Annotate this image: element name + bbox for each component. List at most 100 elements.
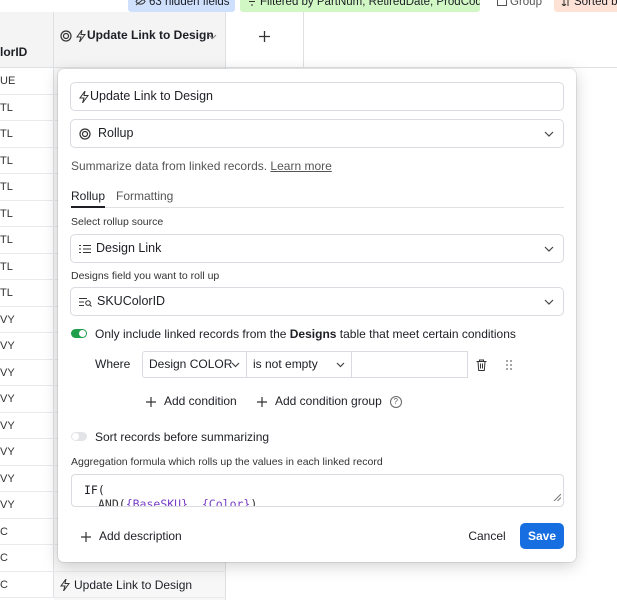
cell-update-link-text: Update Link to Design xyxy=(74,577,193,592)
condition-row: Design COLOR is not empty xyxy=(142,351,523,378)
cell-colorid[interactable]: VY xyxy=(0,333,54,359)
sort-button[interactable]: Sorted b xyxy=(554,0,617,12)
drag-handle[interactable] xyxy=(495,351,523,378)
config-tabs: Rollup Formatting xyxy=(71,189,564,208)
field-description-text: Summarize data from linked records. xyxy=(71,159,268,173)
trash-icon xyxy=(476,359,487,371)
plus-icon xyxy=(259,30,270,42)
formula-token-color: {Color} xyxy=(201,497,251,507)
sort-records-toggle[interactable] xyxy=(71,432,87,441)
eye-off-icon xyxy=(135,0,146,6)
cell-colorid[interactable]: VY xyxy=(0,439,54,465)
save-button[interactable]: Save xyxy=(520,523,564,549)
cancel-button[interactable]: Cancel xyxy=(463,523,511,550)
add-field-button[interactable] xyxy=(226,12,304,67)
filter-label: Filtered by PartNum, RetiredDate, ProdCo… xyxy=(260,0,480,8)
tab-rollup[interactable]: Rollup xyxy=(71,189,106,208)
condition-operator-value: is not empty xyxy=(253,357,318,371)
view-toolbar: 63 hidden fields Filtered by PartNum, Re… xyxy=(0,0,617,12)
column-header-colorid-label: lorID xyxy=(0,45,28,59)
field-name-input[interactable]: Update Link to Design xyxy=(70,82,564,111)
table-row[interactable]: C Update Link to Design xyxy=(0,571,226,598)
rollup-icon xyxy=(60,30,72,42)
cell-colorid[interactable]: C xyxy=(0,518,54,544)
sort-records-label: Sort records before summarizing xyxy=(95,430,270,444)
chevron-down-icon xyxy=(336,352,345,377)
cell-colorid[interactable]: TL xyxy=(0,174,54,200)
cell-colorid[interactable]: VY xyxy=(0,306,54,332)
cell-colorid[interactable]: C xyxy=(0,545,54,571)
help-icon[interactable]: ? xyxy=(389,395,402,408)
cell-colorid[interactable]: VY xyxy=(0,386,54,412)
cell-colorid[interactable]: TL xyxy=(0,253,54,279)
column-header-update-link-label: Update Link to Design xyxy=(87,28,214,42)
sort-icon xyxy=(561,0,569,8)
add-condition-group-label: Add condition group xyxy=(275,394,382,408)
cell-colorid[interactable]: TL xyxy=(0,147,54,173)
delete-condition-button[interactable] xyxy=(468,351,496,378)
condition-field-select[interactable]: Design COLOR xyxy=(143,352,247,377)
add-condition-button[interactable]: Add condition xyxy=(146,394,237,408)
plus-icon xyxy=(257,396,267,407)
hidden-fields-label: 63 hidden fields xyxy=(149,0,230,8)
cell-colorid[interactable]: TL xyxy=(0,280,54,306)
field-config-dialog: Update Link to Design Rollup Summarize d… xyxy=(58,69,576,562)
tab-formatting[interactable]: Formatting xyxy=(116,189,173,208)
add-description-button[interactable]: Add description xyxy=(81,529,182,543)
formula-line-1: IF( xyxy=(84,483,105,497)
add-condition-group-button[interactable]: Add condition group? xyxy=(257,394,402,408)
learn-more-link[interactable]: Learn more xyxy=(270,159,331,173)
cell-colorid[interactable]: TL xyxy=(0,121,54,147)
condition-value-input[interactable] xyxy=(352,352,468,377)
cell-colorid[interactable]: VY xyxy=(0,492,54,518)
condition-operator-select[interactable]: is not empty xyxy=(247,352,352,377)
group-label: Group xyxy=(510,0,542,8)
cell-colorid[interactable]: VY xyxy=(0,359,54,385)
chevron-down-icon xyxy=(544,288,554,315)
cell-colorid[interactable]: C xyxy=(0,571,54,597)
formula-comma: , xyxy=(188,497,202,507)
formula-and: AND( xyxy=(98,497,126,507)
filter-button[interactable]: Filtered by PartNum, RetiredDate, ProdCo… xyxy=(240,0,480,12)
rollup-field-select[interactable]: SKUColorID xyxy=(70,287,564,316)
lightning-icon xyxy=(60,579,70,592)
chevron-down-icon xyxy=(231,352,240,377)
rollup-source-select[interactable]: Design Link xyxy=(70,234,564,263)
plus-icon xyxy=(146,396,156,407)
cell-colorid[interactable]: VY xyxy=(0,465,54,491)
conditions-text-post: table that meet certain conditions xyxy=(336,327,516,341)
lookup-icon xyxy=(79,297,92,307)
add-condition-label: Add condition xyxy=(164,394,237,408)
cell-colorid[interactable]: TL xyxy=(0,227,54,253)
chevron-down-icon[interactable] xyxy=(208,29,217,43)
toggle-knob xyxy=(72,433,79,440)
formula-close: ) xyxy=(250,497,258,507)
link-list-icon xyxy=(79,244,91,253)
conditions-toggle[interactable] xyxy=(71,329,87,338)
conditions-toggle-label: Only include linked records from the Des… xyxy=(95,327,516,341)
hidden-fields-button[interactable]: 63 hidden fields xyxy=(128,0,235,12)
lightning-icon xyxy=(79,90,89,103)
cell-colorid[interactable]: TL xyxy=(0,94,54,120)
grid-header: lorID Update Link to Design xyxy=(0,12,617,68)
add-description-label: Add description xyxy=(99,529,182,543)
column-header-colorid[interactable]: lorID xyxy=(0,12,54,67)
cell-colorid[interactable]: VY xyxy=(0,412,54,438)
conditions-table-name: Designs xyxy=(289,327,337,341)
conditions-text-pre: Only include linked records from the xyxy=(95,327,290,341)
drag-dots-icon xyxy=(506,359,512,370)
toggle-knob xyxy=(79,330,86,337)
chevron-down-icon xyxy=(544,120,554,147)
group-icon xyxy=(497,0,507,7)
column-header-update-link[interactable]: Update Link to Design xyxy=(54,12,226,67)
aggregation-formula-editor[interactable]: IF( AND({BaseSKU}, {Color}) xyxy=(71,474,564,507)
field-type-select[interactable]: Rollup xyxy=(70,119,564,148)
field-description: Summarize data from linked records. Lear… xyxy=(71,159,332,173)
field-type-value: Rollup xyxy=(98,126,134,140)
cell-colorid[interactable]: UE xyxy=(0,68,54,94)
group-button[interactable]: Group xyxy=(490,0,550,12)
resize-grip-icon[interactable] xyxy=(553,490,562,504)
cell-colorid[interactable]: TL xyxy=(0,200,54,226)
cell-update-link[interactable]: Update Link to Design xyxy=(54,571,226,597)
sort-label: Sorted b xyxy=(574,0,617,8)
